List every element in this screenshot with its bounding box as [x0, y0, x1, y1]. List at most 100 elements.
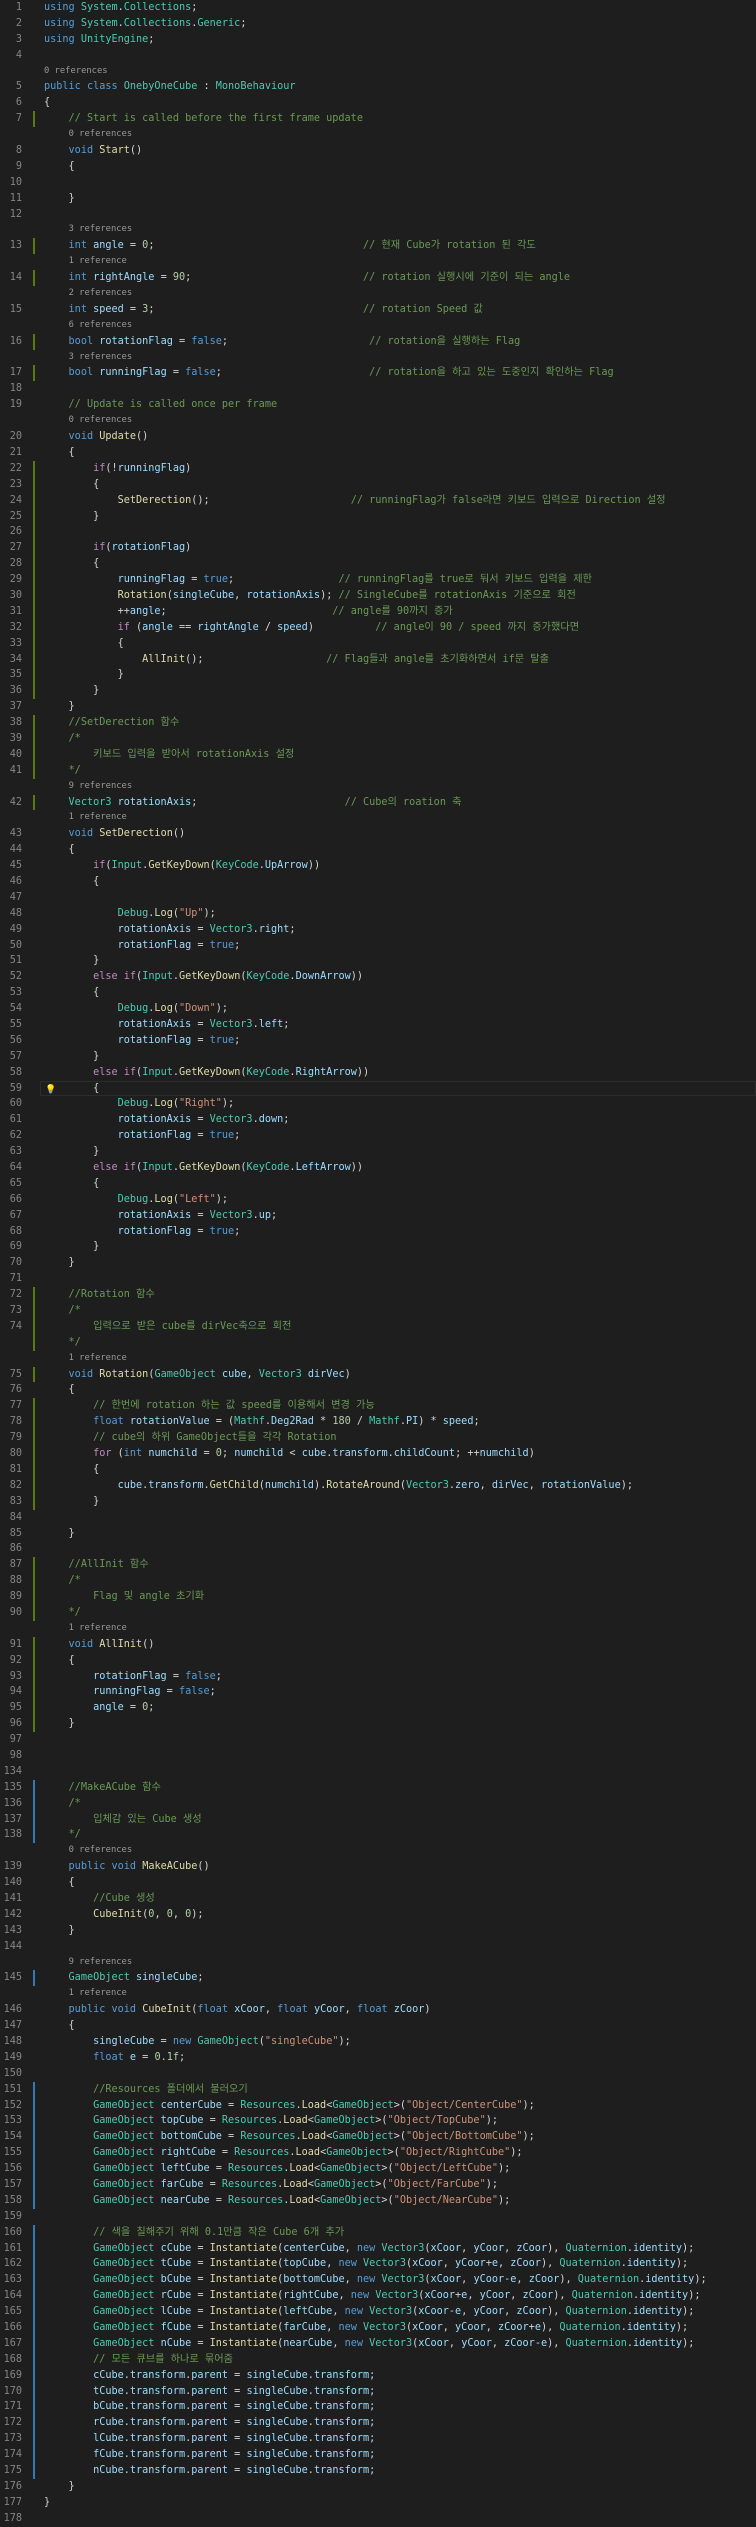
code-line[interactable]: 84 [0, 1510, 756, 1526]
modified-line-marker[interactable] [33, 540, 35, 557]
code-line[interactable]: 61 rotationAxis = Vector3.down; [0, 1112, 756, 1128]
code-line[interactable]: 79 // cube의 하위 GameObject들을 각각 Rotation [0, 1430, 756, 1447]
modified-line-marker[interactable] [33, 270, 35, 287]
code-line[interactable]: 89 Flag 및 angle 초기화 [0, 1589, 756, 1605]
code-line[interactable]: 38 //SetDerection 함수 [0, 715, 756, 731]
codelens-references[interactable]: 0 references [69, 413, 133, 429]
code-line[interactable]: 164 GameObject rCube = Instantiate(right… [0, 2288, 756, 2305]
code-line[interactable]: 13 int angle = 0; // 현재 Cube가 rotation 된… [0, 238, 756, 255]
added-line-marker[interactable] [33, 2463, 35, 2479]
code-line[interactable]: 66 Debug.Log("Left"); [0, 1192, 756, 1208]
modified-line-marker[interactable] [33, 1493, 35, 1510]
code-line[interactable]: 139 public void MakeACube() [0, 1859, 756, 1875]
modified-line-marker[interactable] [33, 667, 35, 684]
code-line[interactable]: 158 GameObject nearCube = Resources.Load… [0, 2192, 756, 2209]
code-line[interactable]: 178 [0, 2511, 756, 2527]
added-line-marker[interactable] [33, 2256, 35, 2273]
modified-line-marker[interactable] [33, 333, 35, 350]
codelens-references[interactable]: 0 references [44, 64, 108, 80]
added-line-marker[interactable] [33, 2161, 35, 2178]
modified-line-marker[interactable] [33, 603, 35, 620]
code-line[interactable]: 7 // Start is called before the first fr… [0, 111, 756, 128]
code-line[interactable]: 33 { [0, 635, 756, 652]
code-line[interactable]: 137 입체감 있는 Cube 생성 [0, 1811, 756, 1828]
code-editor[interactable]: 1 using System.Collections; 2 using System.… [0, 0, 756, 2524]
modified-line-marker[interactable] [33, 1303, 35, 1319]
added-line-marker[interactable] [33, 2383, 35, 2400]
added-line-marker[interactable] [33, 2113, 35, 2130]
code-line[interactable]: 175 nCube.transform.parent = singleCube.… [0, 2463, 756, 2479]
modified-line-marker[interactable] [33, 730, 35, 747]
codelens-references[interactable]: 1 reference [69, 810, 127, 826]
code-line[interactable]: 163 GameObject bCube = Instantiate(botto… [0, 2272, 756, 2289]
modified-line-marker[interactable] [33, 1684, 35, 1701]
code-line[interactable]: 166 GameObject fCube = Instantiate(farCu… [0, 2320, 756, 2336]
added-line-marker[interactable] [33, 1970, 35, 1987]
code-line[interactable]: 35 } [0, 667, 756, 684]
code-line[interactable]: 2 using System.Collections.Generic; [0, 16, 756, 32]
code-line[interactable]: 76 { [0, 1382, 756, 1398]
codelens-references[interactable]: 3 references [69, 222, 133, 238]
code-line[interactable]: 138 */ [0, 1827, 756, 1844]
modified-line-marker[interactable] [33, 556, 35, 573]
code-line[interactable]: 95 angle = 0; [0, 1700, 756, 1717]
code-line[interactable]: 12 [0, 207, 756, 223]
code-line[interactable]: 96 } [0, 1716, 756, 1733]
code-line[interactable]: 86 [0, 1541, 756, 1557]
modified-line-marker[interactable] [33, 476, 35, 493]
code-line[interactable]: 40 키보드 입력을 받아서 rotationAxis 설정 [0, 746, 756, 763]
code-line[interactable]: 22 if(!runningFlag) [0, 460, 756, 477]
code-line[interactable]: 149 float e = 0.1f; [0, 2050, 756, 2066]
code-line[interactable]: 20 void Update() [0, 429, 756, 445]
code-line[interactable]: 145 GameObject singleCube; [0, 1970, 756, 1987]
added-line-marker[interactable] [33, 2431, 35, 2448]
code-line[interactable]: 15 int speed = 3; // rotation Speed 값 [0, 302, 756, 318]
modified-line-marker[interactable] [33, 1334, 35, 1351]
code-line[interactable]: 39 /* [0, 730, 756, 747]
code-line[interactable]: 93 rotationFlag = false; [0, 1668, 756, 1685]
code-line[interactable]: 92 { [0, 1652, 756, 1669]
code-line[interactable]: 30 Rotation(singleCube, rotationAxis); /… [0, 587, 756, 604]
code-line[interactable]: 157 GameObject farCube = Resources.Load<… [0, 2177, 756, 2193]
code-line[interactable]: 171 bCube.transform.parent = singleCube.… [0, 2399, 756, 2416]
codelens-references[interactable]: 9 references [69, 779, 133, 795]
code-line[interactable]: 49 rotationAxis = Vector3.right; [0, 922, 756, 938]
added-line-marker[interactable] [33, 2081, 35, 2098]
code-line[interactable]: 176 } [0, 2479, 756, 2495]
modified-line-marker[interactable] [33, 1652, 35, 1669]
code-line[interactable]: 47 [0, 890, 756, 906]
code-line[interactable]: 136 /* [0, 1795, 756, 1812]
code-line[interactable]: 155 GameObject rightCube = Resources.Loa… [0, 2145, 756, 2162]
code-line[interactable]: 142 CubeInit(0, 0, 0); [0, 1907, 756, 1923]
modified-line-marker[interactable] [33, 1636, 35, 1653]
code-line[interactable]: 45 if(Input.GetKeyDown(KeyCode.UpArrow)) [0, 858, 756, 874]
code-line[interactable]: 37 } [0, 699, 756, 715]
code-line[interactable]: 3 using UnityEngine; [0, 32, 756, 48]
code-line[interactable]: 28 { [0, 556, 756, 573]
code-line[interactable]: 4 [0, 48, 756, 64]
added-line-marker[interactable] [33, 2224, 35, 2241]
codelens-references[interactable]: 9 references [69, 1955, 133, 1971]
modified-line-marker[interactable] [33, 619, 35, 636]
code-line[interactable]: 64 else if(Input.GetKeyDown(KeyCode.Left… [0, 1160, 756, 1176]
code-line[interactable]: 8 void Start() [0, 143, 756, 159]
code-line[interactable]: 50 rotationFlag = true; [0, 938, 756, 954]
modified-line-marker[interactable] [33, 1446, 35, 1462]
modified-line-marker[interactable] [33, 460, 35, 477]
code-line[interactable]: 6{ [0, 95, 756, 111]
added-line-marker[interactable] [33, 2272, 35, 2289]
code-line[interactable]: 10 [0, 175, 756, 191]
code-line[interactable]: 134 [0, 1764, 756, 1780]
modified-line-marker[interactable] [33, 587, 35, 604]
code-line[interactable]: 9 { [0, 159, 756, 175]
code-line[interactable]: 19 // Update is called once per frame [0, 397, 756, 413]
added-line-marker[interactable] [33, 1811, 35, 1828]
code-line[interactable]: 161 GameObject cCube = Instantiate(cente… [0, 2240, 756, 2257]
code-line[interactable]: 25 } [0, 508, 756, 525]
modified-line-marker[interactable] [33, 1414, 35, 1431]
codelens-references[interactable]: 2 references [69, 286, 133, 302]
code-line[interactable]: 98 [0, 1748, 756, 1764]
code-line[interactable]: 71 [0, 1271, 756, 1287]
added-line-marker[interactable] [33, 2335, 35, 2352]
code-line[interactable]: 151 //Resources 폴더에서 불러오기 [0, 2081, 756, 2098]
